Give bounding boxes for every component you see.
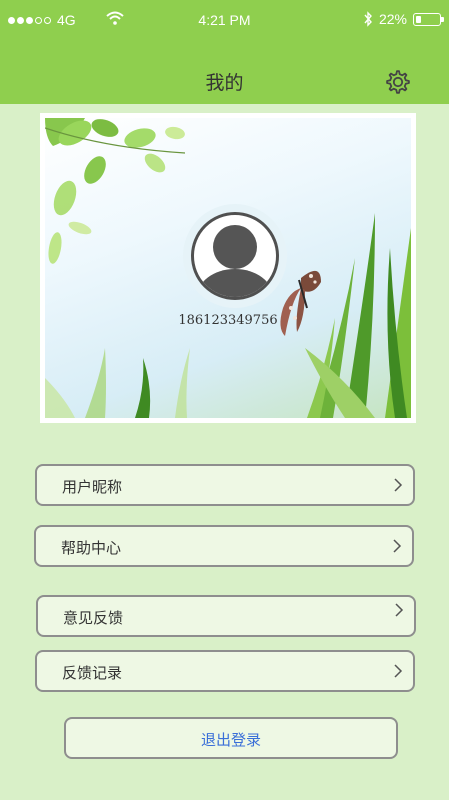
avatar[interactable]: [183, 204, 287, 308]
page-title: 我的: [205, 72, 244, 94]
status-bar: 4G 4:21 PM 22%: [0, 0, 449, 40]
battery-icon: [413, 12, 444, 26]
status-right: 22%: [363, 11, 444, 27]
phone-number: 186123349756: [178, 313, 278, 328]
menu-item-label: 意见反馈: [63, 609, 124, 627]
menu-item-help-center[interactable]: 帮助中心: [34, 525, 414, 567]
menu-item-label: 反馈记录: [62, 664, 123, 682]
chevron-right-icon: [394, 664, 403, 678]
chevron-right-icon: [393, 539, 402, 553]
battery-percent: 22%: [378, 11, 407, 27]
user-silhouette-icon: [191, 212, 279, 300]
chevron-right-icon: [395, 603, 404, 617]
settings-gear-icon[interactable]: [384, 68, 412, 96]
profile-background-image: [45, 118, 411, 418]
battery-level: [416, 15, 421, 23]
menu-item-feedback[interactable]: 意见反馈: [36, 595, 416, 637]
menu-item-label: 用户昵称: [62, 478, 123, 496]
logout-button[interactable]: 退出登录: [64, 717, 398, 759]
chevron-right-icon: [394, 478, 403, 492]
menu-item-nickname[interactable]: 用户昵称: [35, 464, 415, 506]
menu-item-label: 帮助中心: [61, 539, 122, 557]
profile-card: 186123349756: [40, 113, 416, 423]
logout-label: 退出登录: [200, 731, 261, 749]
bluetooth-icon: [364, 11, 372, 27]
menu-item-feedback-history[interactable]: 反馈记录: [35, 650, 415, 692]
